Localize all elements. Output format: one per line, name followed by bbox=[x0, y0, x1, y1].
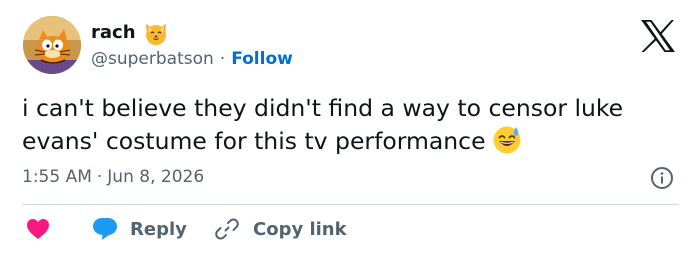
tweet-text: i can't believe they didn't find a way t… bbox=[22, 92, 682, 158]
like-button[interactable] bbox=[26, 216, 50, 242]
link-icon bbox=[215, 217, 239, 241]
tweet-time: 1:55 AM bbox=[22, 167, 92, 187]
timestamp-separator: · bbox=[96, 167, 103, 187]
heart-icon bbox=[26, 218, 50, 240]
tweet-date: Jun 8, 2026 bbox=[107, 167, 205, 187]
reply-button[interactable]: Reply bbox=[92, 216, 187, 242]
follow-button[interactable]: Follow bbox=[231, 49, 293, 69]
grinning-face-with-sweat-emoji-icon bbox=[492, 125, 522, 155]
author-handle[interactable]: @superbatson bbox=[91, 49, 214, 69]
reply-label: Reply bbox=[130, 218, 187, 240]
author-handle-line: @superbatson · Follow bbox=[91, 48, 293, 70]
speech-bubble-icon bbox=[92, 217, 118, 241]
tweet-text-line-1: i can't believe they didn't find a way t… bbox=[22, 94, 624, 122]
divider bbox=[22, 204, 678, 205]
x-logo-icon[interactable] bbox=[639, 19, 677, 53]
cat-face-emoji-icon bbox=[143, 20, 169, 46]
tweet-text-line-2: evans' costume for this tv performance bbox=[22, 127, 486, 155]
avatar[interactable] bbox=[23, 16, 81, 74]
tweet-timestamp[interactable]: 1:55 AM · Jun 8, 2026 bbox=[22, 166, 204, 188]
tweet-card: rach @superbatson · Follow i can't believe… bbox=[0, 0, 700, 256]
info-icon[interactable] bbox=[650, 166, 674, 190]
copy-link-button[interactable]: Copy link bbox=[215, 216, 347, 242]
handle-separator: · bbox=[219, 49, 226, 69]
tweet-text-line-2-wrapper: evans' costume for this tv performance bbox=[22, 125, 682, 158]
author-display-name[interactable]: rach bbox=[91, 21, 136, 45]
copy-link-label: Copy link bbox=[253, 218, 347, 240]
